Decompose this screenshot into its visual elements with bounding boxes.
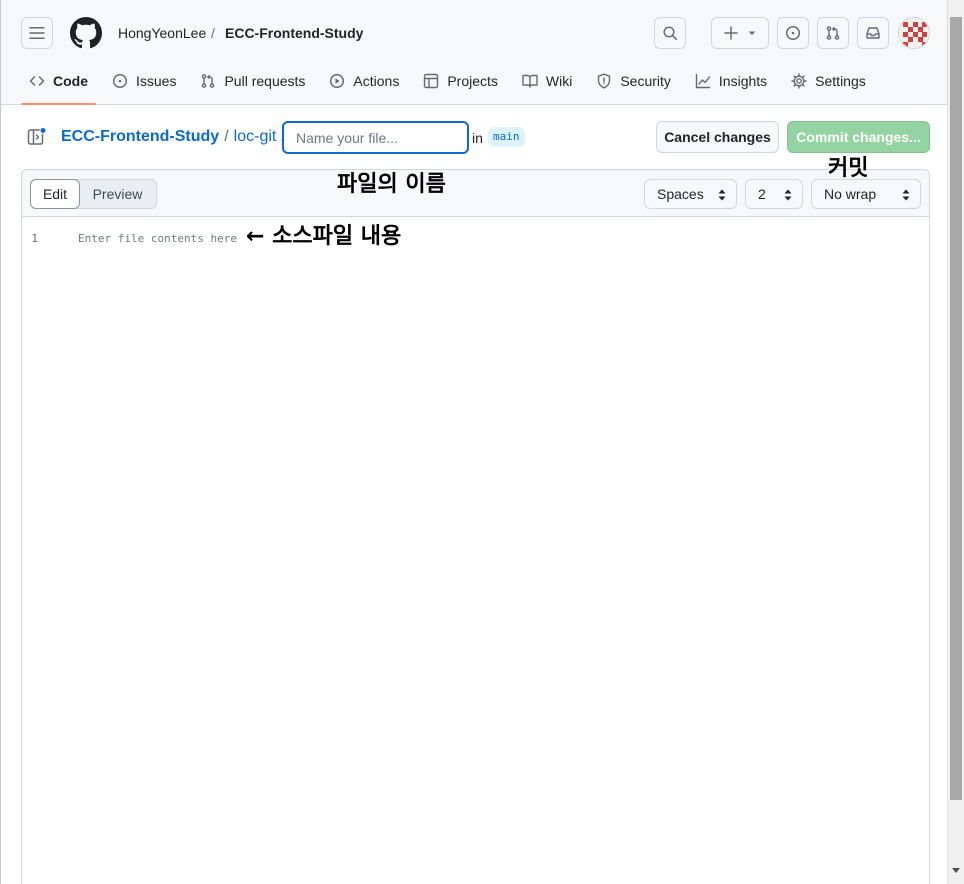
tab-label: Settings [815,73,866,89]
play-icon [330,73,345,89]
inbox-icon [866,27,880,39]
tab-label: Wiki [545,73,573,89]
wrap-mode-select[interactable]: No wrap [811,179,921,209]
tab-label: Issues [136,73,177,89]
content-placeholder: Enter file contents here [78,231,237,245]
annotation-source-content: ← 소스파일 내용 [246,224,402,249]
scrollbar-thumb[interactable] [950,17,962,800]
commit-changes-button[interactable]: Commit changes... [787,121,930,153]
breadcrumb-repo[interactable]: ECC-Frontend-Study [225,25,363,41]
edit-preview-toggle: Edit Preview [30,179,157,209]
file-path: ECC-Frontend-Study / loc-git / [61,128,286,146]
annotation-file-name: 파일의 이름 [337,172,446,197]
tab-code[interactable]: Code [21,64,96,105]
indent-mode-select[interactable]: Spaces [644,179,737,209]
github-logo-icon[interactable] [70,17,102,49]
graph-icon [695,73,711,89]
table-icon [424,73,439,89]
tab-settings[interactable]: Settings [783,64,874,98]
identicon-icon [899,18,929,48]
tab-issues[interactable]: Issues [104,64,184,98]
tab-wiki[interactable]: Wiki [514,64,580,98]
filename-input[interactable] [282,121,469,154]
preview-tab[interactable]: Preview [79,180,156,208]
user-avatar[interactable] [898,17,930,49]
path-separator: / [224,128,229,145]
file-tree-toggle-button[interactable] [27,127,47,147]
gear-icon [791,73,807,89]
line-number: 1 [31,231,38,245]
page-scrollbar[interactable] [947,0,964,884]
tab-label: Security [620,73,671,89]
issues-button[interactable] [777,17,809,49]
global-header: HongYeonLee / ECC-Frontend-Study Code Is… [1,0,947,105]
indent-mode-value: Spaces [657,186,704,202]
sidebar-expand-icon [27,127,47,145]
pull-request-icon [202,74,215,88]
select-arrows-icon [902,189,910,201]
shield-icon [598,73,611,89]
issue-icon [112,73,128,89]
breadcrumb-owner[interactable]: HongYeonLee [118,25,206,41]
plus-icon [724,26,738,40]
pull-request-icon [826,26,840,40]
tab-label: Projects [447,73,498,89]
issue-icon [785,25,801,41]
breadcrumb-separator: / [211,25,215,41]
inbox-button[interactable] [857,17,889,49]
tab-pull-requests[interactable]: Pull requests [192,64,313,98]
select-arrows-icon [718,189,726,201]
wrap-mode-value: No wrap [824,186,877,202]
path-repo-link[interactable]: ECC-Frontend-Study [61,128,219,146]
edit-tab[interactable]: Edit [30,179,80,209]
indent-size-value: 2 [758,186,766,202]
hamburger-icon [29,27,45,39]
tab-insights[interactable]: Insights [687,64,775,98]
path-directory-link[interactable]: loc-git [234,128,277,146]
repo-nav: Code Issues Pull requests Actions Projec… [21,64,882,105]
indent-size-select[interactable]: 2 [745,179,803,209]
search-button[interactable] [654,17,686,49]
select-arrows-icon [784,189,792,201]
annotation-commit: 커밋 [828,156,869,181]
in-label: in [472,130,483,146]
tab-label: Insights [718,73,768,89]
tab-label: Actions [353,73,400,89]
menu-button[interactable] [21,17,53,49]
caret-down-icon [748,31,756,35]
tab-actions[interactable]: Actions [321,64,407,98]
branch-badge: main [488,127,525,147]
search-icon [663,26,678,41]
book-icon [522,74,538,88]
create-new-button[interactable] [711,17,769,49]
code-editor: Edit Preview Spaces 2 No wrap 1 Enter fi… [21,169,930,884]
tab-label: Code [53,73,88,89]
cancel-changes-button[interactable]: Cancel changes [656,121,779,153]
tab-label: Pull requests [224,73,306,89]
scroll-down-arrow-icon[interactable] [952,868,960,873]
editor-toolbar: Edit Preview Spaces 2 No wrap [22,170,929,217]
pull-requests-button[interactable] [817,17,849,49]
code-line[interactable]: 1 Enter file contents here [22,228,929,248]
tab-security[interactable]: Security [588,64,679,98]
tab-projects[interactable]: Projects [415,64,506,98]
code-icon [29,76,45,86]
